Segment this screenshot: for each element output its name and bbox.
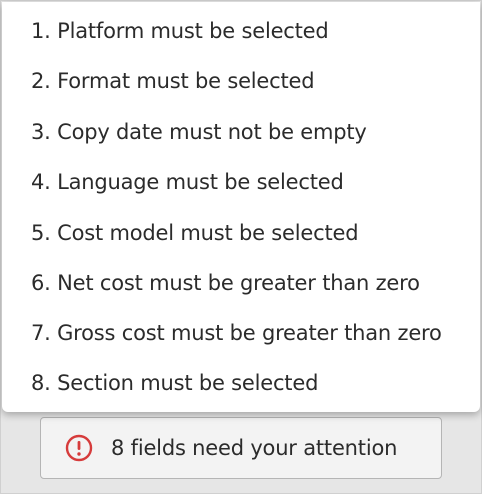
validation-error-item: 5. Cost model must be selected [31,221,359,245]
validation-error-item: 8. Section must be selected [31,371,319,395]
fields-attention-label: 8 fields need your attention [111,436,398,460]
fields-attention-button[interactable]: 8 fields need your attention [40,417,442,479]
exclamation-circle-icon [65,434,93,462]
validation-error-item: 6. Net cost must be greater than zero [31,271,420,295]
window-frame: 1. Platform must be selected 2. Format m… [0,0,482,494]
validation-error-item: 2. Format must be selected [31,69,315,93]
validation-error-item: 7. Gross cost must be greater than zero [31,321,442,345]
validation-error-item: 1. Platform must be selected [31,19,329,43]
validation-errors-popover: 1. Platform must be selected 2. Format m… [2,2,480,412]
validation-error-item: 4. Language must be selected [31,170,344,194]
validation-error-item: 3. Copy date must not be empty [31,120,367,144]
